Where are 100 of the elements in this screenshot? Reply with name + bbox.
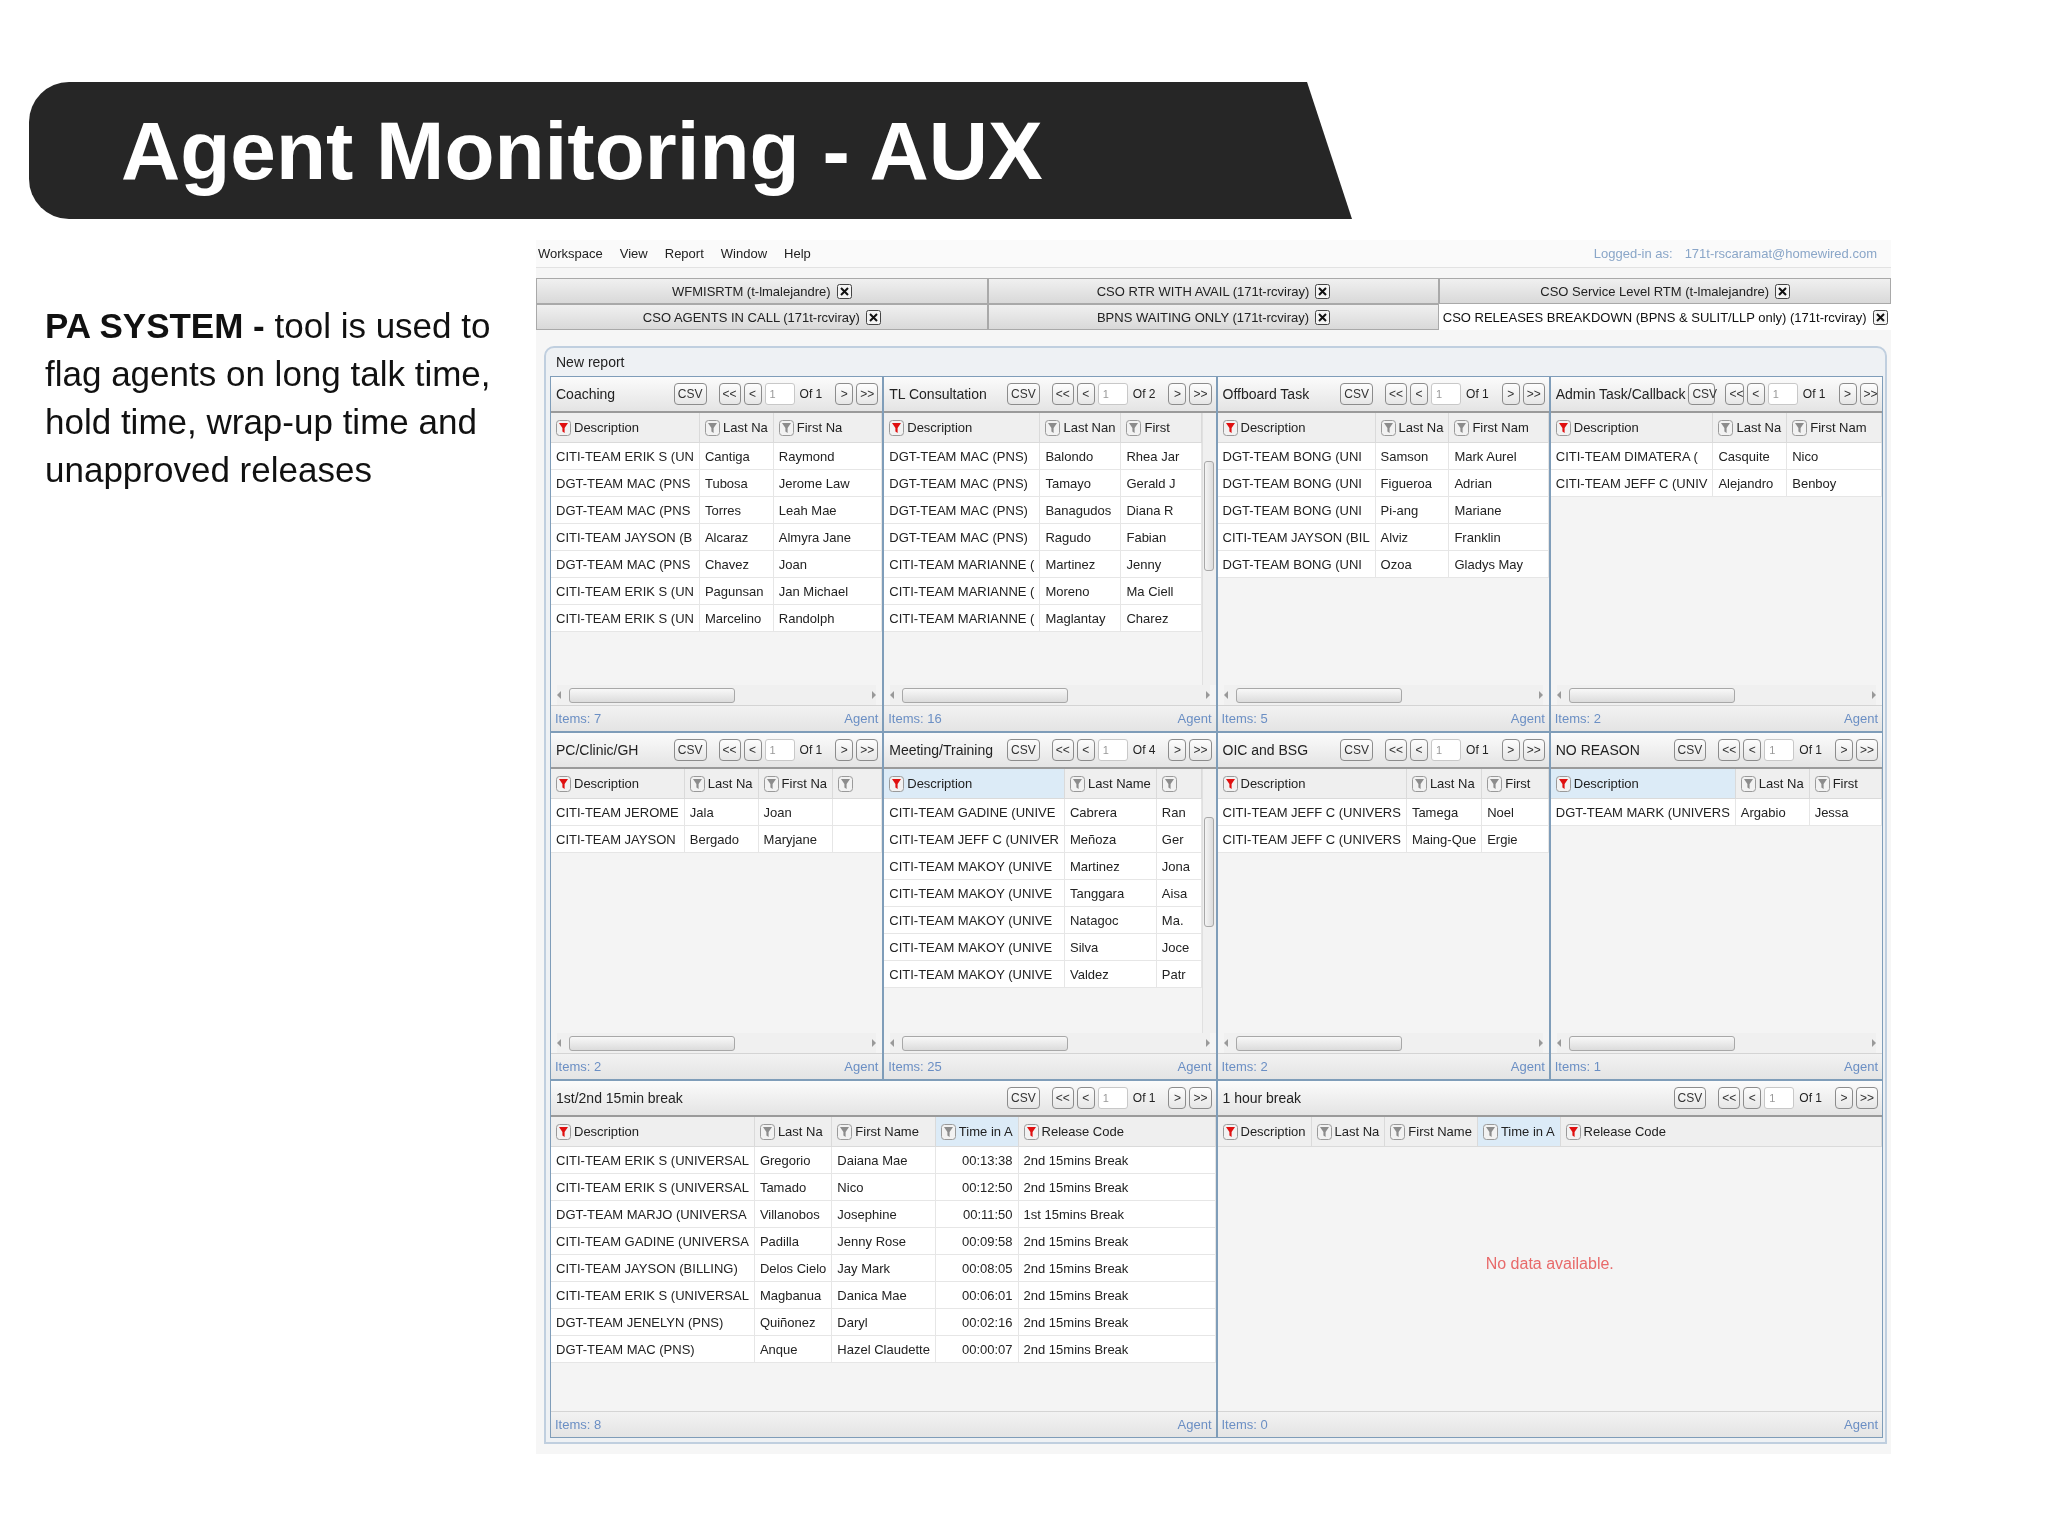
previous-page-button[interactable]: < bbox=[1743, 739, 1762, 761]
last-page-button[interactable]: >> bbox=[1189, 383, 1212, 405]
horizontal-scrollbar[interactable] bbox=[890, 1033, 1210, 1053]
tab[interactable]: CSO RELEASES BREAKDOWN (BPNS & SULIT/LLP only) (171t-rcviray) bbox=[1439, 304, 1891, 330]
column-header[interactable]: First Nam bbox=[1787, 413, 1882, 443]
column-header[interactable]: First Na bbox=[773, 413, 883, 443]
tab[interactable]: CSO AGENTS IN CALL (171t-rcviray) bbox=[536, 304, 988, 330]
previous-page-button[interactable]: < bbox=[1410, 739, 1429, 761]
next-page-button[interactable]: > bbox=[1501, 383, 1520, 405]
column-header[interactable]: First Nam bbox=[1449, 413, 1549, 443]
filter-icon[interactable] bbox=[838, 775, 854, 792]
close-icon[interactable] bbox=[865, 309, 881, 325]
csv-button[interactable]: CSV bbox=[1673, 1087, 1707, 1109]
filter-icon[interactable] bbox=[556, 1123, 571, 1140]
last-page-button[interactable]: >> bbox=[1856, 1087, 1878, 1109]
close-icon[interactable] bbox=[1315, 283, 1331, 299]
filter-icon[interactable] bbox=[1390, 1123, 1406, 1140]
tab[interactable]: BPNS WAITING ONLY (171t-rcviray) bbox=[987, 304, 1440, 330]
first-page-button[interactable]: << bbox=[1718, 1087, 1741, 1109]
filter-icon[interactable] bbox=[1222, 1123, 1238, 1140]
menu-item[interactable]: View bbox=[619, 246, 657, 261]
column-header[interactable]: Description bbox=[1217, 769, 1407, 799]
next-page-button[interactable]: > bbox=[1168, 1087, 1187, 1109]
tab[interactable]: CSO Service Level RTM (t-lmalejandre) bbox=[1439, 278, 1891, 304]
column-header[interactable]: Last Na bbox=[1735, 769, 1810, 799]
csv-button[interactable]: CSV bbox=[1673, 739, 1707, 761]
previous-page-button[interactable]: < bbox=[1746, 383, 1765, 405]
horizontal-scrollbar[interactable] bbox=[1556, 685, 1876, 705]
previous-page-button[interactable]: < bbox=[743, 739, 762, 761]
filter-icon[interactable] bbox=[1814, 775, 1830, 792]
filter-icon[interactable] bbox=[1316, 1123, 1332, 1140]
filter-icon[interactable] bbox=[1454, 419, 1470, 436]
filter-icon[interactable] bbox=[1792, 419, 1808, 436]
column-header[interactable]: Description bbox=[551, 769, 685, 799]
column-header[interactable]: Description bbox=[1550, 413, 1714, 443]
close-icon[interactable] bbox=[836, 283, 852, 299]
column-header[interactable]: Last Na bbox=[1311, 1117, 1386, 1147]
filter-icon[interactable] bbox=[759, 1123, 775, 1140]
filter-icon[interactable] bbox=[1023, 1123, 1039, 1140]
last-page-button[interactable]: >> bbox=[1189, 1087, 1212, 1109]
filter-icon[interactable] bbox=[1222, 775, 1238, 792]
column-header[interactable]: Release Code bbox=[1560, 1117, 1882, 1147]
filter-icon[interactable] bbox=[1126, 419, 1142, 436]
horizontal-scrollbar[interactable] bbox=[557, 685, 877, 705]
filter-icon[interactable] bbox=[1487, 775, 1503, 792]
csv-button[interactable]: CSV bbox=[1340, 739, 1374, 761]
last-page-button[interactable]: >> bbox=[1856, 739, 1878, 761]
column-header[interactable]: Description bbox=[551, 1117, 755, 1147]
csv-button[interactable]: CSV bbox=[1007, 739, 1040, 761]
last-page-button[interactable]: >> bbox=[1522, 383, 1545, 405]
first-page-button[interactable]: << bbox=[1051, 383, 1074, 405]
filter-icon[interactable] bbox=[1380, 419, 1396, 436]
column-header[interactable] bbox=[1156, 769, 1202, 799]
csv-button[interactable]: CSV bbox=[1007, 383, 1040, 405]
column-header[interactable]: Last Na bbox=[1375, 413, 1450, 443]
last-page-button[interactable]: >> bbox=[856, 739, 879, 761]
filter-icon[interactable] bbox=[1555, 419, 1571, 436]
column-header[interactable]: First bbox=[1809, 769, 1882, 799]
column-header[interactable]: Time in A bbox=[1477, 1117, 1561, 1147]
column-header[interactable]: Last Nan bbox=[1040, 413, 1122, 443]
menu-item[interactable]: Report bbox=[664, 246, 713, 261]
column-header[interactable]: First Name bbox=[1385, 1117, 1478, 1147]
horizontal-scrollbar[interactable] bbox=[1223, 1033, 1543, 1053]
previous-page-button[interactable]: < bbox=[1076, 739, 1095, 761]
next-page-button[interactable]: > bbox=[1168, 383, 1187, 405]
last-page-button[interactable]: >> bbox=[1859, 383, 1878, 405]
column-header[interactable]: Last Na bbox=[684, 769, 759, 799]
column-header[interactable]: Last Name bbox=[1064, 769, 1157, 799]
csv-button[interactable]: CSV bbox=[1688, 383, 1715, 405]
next-page-button[interactable]: > bbox=[835, 383, 854, 405]
last-page-button[interactable]: >> bbox=[1522, 739, 1545, 761]
csv-button[interactable]: CSV bbox=[673, 383, 707, 405]
horizontal-scrollbar[interactable] bbox=[557, 1033, 877, 1053]
column-header[interactable]: Description bbox=[551, 413, 700, 443]
filter-icon[interactable] bbox=[1069, 775, 1085, 792]
filter-icon[interactable] bbox=[889, 419, 905, 436]
column-header[interactable]: Last Na bbox=[699, 413, 774, 443]
filter-icon[interactable] bbox=[1555, 775, 1571, 792]
menu-item[interactable]: Help bbox=[784, 246, 820, 261]
previous-page-button[interactable]: < bbox=[1076, 383, 1095, 405]
first-page-button[interactable]: << bbox=[1725, 383, 1744, 405]
filter-icon[interactable] bbox=[837, 1123, 853, 1140]
column-header[interactable]: Description bbox=[884, 769, 1065, 799]
close-icon[interactable] bbox=[1872, 309, 1888, 325]
filter-icon[interactable] bbox=[1740, 775, 1756, 792]
filter-icon[interactable] bbox=[689, 775, 705, 792]
column-header[interactable]: Last Na bbox=[754, 1117, 833, 1147]
menu-item[interactable]: Window bbox=[720, 246, 777, 261]
previous-page-button[interactable]: < bbox=[1076, 1087, 1095, 1109]
csv-button[interactable]: CSV bbox=[673, 739, 707, 761]
next-page-button[interactable]: > bbox=[1501, 739, 1520, 761]
filter-icon[interactable] bbox=[556, 419, 571, 436]
filter-icon[interactable] bbox=[1718, 419, 1734, 436]
filter-icon[interactable] bbox=[556, 775, 571, 792]
column-header[interactable]: Description bbox=[1217, 413, 1376, 443]
first-page-button[interactable]: << bbox=[1051, 739, 1074, 761]
horizontal-scrollbar[interactable] bbox=[890, 685, 1210, 705]
first-page-button[interactable]: << bbox=[1385, 739, 1408, 761]
filter-icon[interactable] bbox=[704, 419, 720, 436]
filter-icon[interactable] bbox=[940, 1123, 956, 1140]
